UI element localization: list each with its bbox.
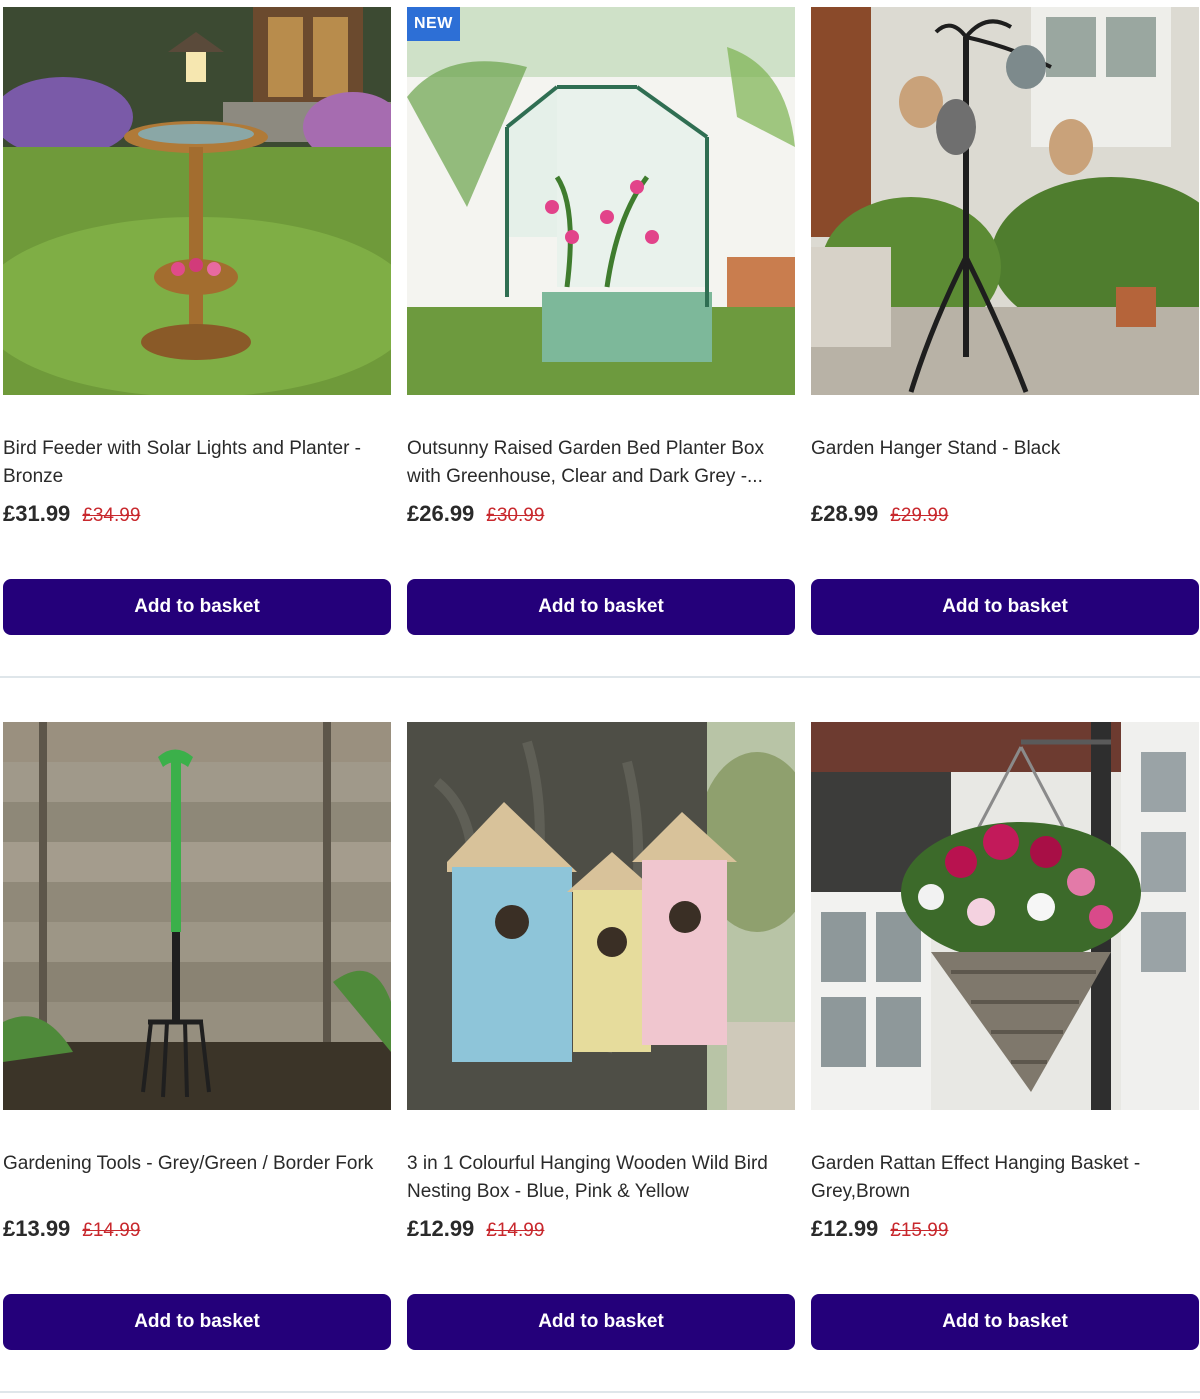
add-to-basket-button[interactable]: Add to basket	[811, 1294, 1199, 1350]
product-title[interactable]: Gardening Tools - Grey/Green / Border Fo…	[3, 1150, 387, 1178]
current-price: £12.99	[407, 1216, 475, 1241]
product-row-2: Gardening Tools - Grey/Green / Border Fo…	[0, 722, 1200, 1362]
bird-feeder-photo	[3, 7, 391, 395]
row-divider	[0, 1391, 1200, 1393]
was-price: £14.99	[82, 1220, 141, 1241]
hanger-stand-photo	[811, 7, 1199, 395]
product-card: Garden Rattan Effect Hanging Basket - Gr…	[811, 722, 1199, 1350]
was-price: £29.99	[890, 505, 949, 526]
product-card: 3 in 1 Colourful Hanging Wooden Wild Bir…	[407, 722, 795, 1350]
hanging-basket-photo	[811, 722, 1199, 1110]
product-card: NEW Outsunny Raised Garden Bed Planter B…	[407, 7, 795, 635]
product-image-bird-nesting-box[interactable]	[407, 722, 795, 1110]
add-to-basket-button[interactable]: Add to basket	[3, 579, 391, 635]
product-title[interactable]: 3 in 1 Colourful Hanging Wooden Wild Bir…	[407, 1150, 791, 1206]
price-block: £31.99 £34.99	[3, 501, 140, 531]
was-price: £14.99	[486, 1220, 545, 1241]
current-price: £26.99	[407, 501, 475, 526]
price-block: £12.99 £14.99	[407, 1216, 544, 1246]
add-to-basket-button[interactable]: Add to basket	[407, 1294, 795, 1350]
add-to-basket-button[interactable]: Add to basket	[3, 1294, 391, 1350]
product-image-border-fork[interactable]	[3, 722, 391, 1110]
product-title[interactable]: Outsunny Raised Garden Bed Planter Box w…	[407, 435, 791, 491]
product-card: Gardening Tools - Grey/Green / Border Fo…	[3, 722, 391, 1350]
price-block: £28.99 £29.99	[811, 501, 948, 531]
new-badge: NEW	[407, 7, 460, 41]
product-image-garden-hanger-stand[interactable]	[811, 7, 1199, 395]
nesting-box-photo	[407, 722, 795, 1110]
border-fork-photo	[3, 722, 391, 1110]
product-card: Bird Feeder with Solar Lights and Plante…	[3, 7, 391, 635]
product-image-bird-feeder[interactable]	[3, 7, 391, 395]
product-title[interactable]: Garden Hanger Stand - Black	[811, 435, 1195, 463]
product-row-1: Bird Feeder with Solar Lights and Plante…	[0, 7, 1200, 647]
row-divider	[0, 676, 1200, 678]
was-price: £30.99	[486, 505, 545, 526]
current-price: £12.99	[811, 1216, 879, 1241]
product-title[interactable]: Bird Feeder with Solar Lights and Plante…	[3, 435, 387, 491]
price-block: £26.99 £30.99	[407, 501, 544, 531]
price-block: £13.99 £14.99	[3, 1216, 140, 1246]
add-to-basket-button[interactable]: Add to basket	[811, 579, 1199, 635]
product-title[interactable]: Garden Rattan Effect Hanging Basket - Gr…	[811, 1150, 1195, 1206]
add-to-basket-button[interactable]: Add to basket	[407, 579, 795, 635]
was-price: £34.99	[82, 505, 141, 526]
product-card: Garden Hanger Stand - Black £28.99 £29.9…	[811, 7, 1199, 635]
raised-bed-greenhouse-photo	[407, 7, 795, 395]
current-price: £13.99	[3, 1216, 71, 1241]
current-price: £28.99	[811, 501, 879, 526]
was-price: £15.99	[890, 1220, 949, 1241]
product-image-raised-garden-bed[interactable]: NEW	[407, 7, 795, 395]
price-block: £12.99 £15.99	[811, 1216, 948, 1246]
product-image-hanging-basket[interactable]	[811, 722, 1199, 1110]
current-price: £31.99	[3, 501, 71, 526]
